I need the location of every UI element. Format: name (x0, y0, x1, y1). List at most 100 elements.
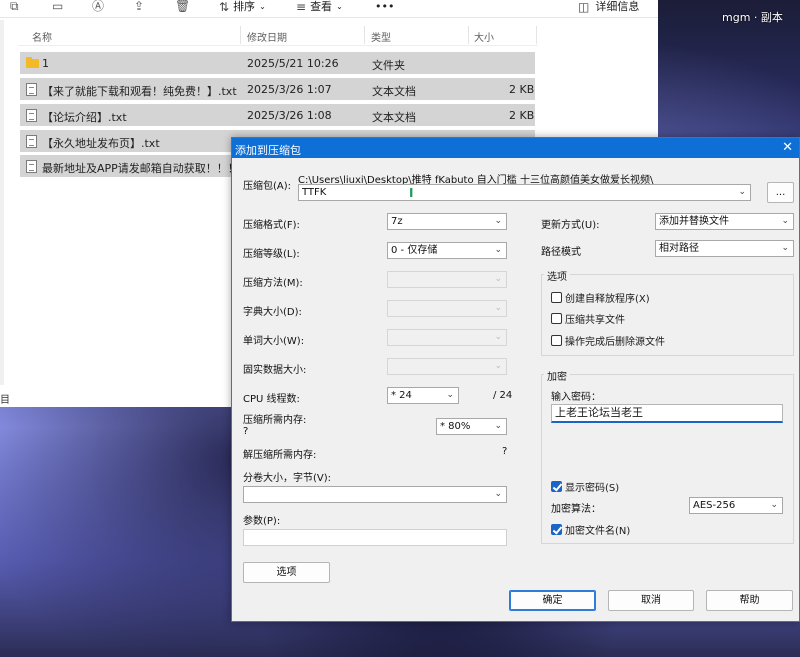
column-divider[interactable] (468, 26, 469, 44)
params-label: 参数(P): (243, 516, 281, 527)
file-name: 【论坛介绍】.txt (42, 111, 127, 124)
password-input[interactable]: 上老王论坛当老王 (551, 404, 783, 423)
file-name: 【永久地址发布页】.txt (42, 137, 160, 150)
memory-select[interactable]: * 80% ⌄ (436, 418, 507, 435)
help-button[interactable]: 帮助 (706, 590, 793, 611)
column-header-name[interactable]: 名称 (32, 29, 52, 44)
archive-name-combo[interactable]: TTFK ⌄ (298, 184, 751, 201)
options-button[interactable]: 选项 (243, 562, 330, 583)
view-label: 查看 (310, 0, 333, 13)
file-type: 文本文档 (372, 111, 416, 124)
status-bar-text: 目 (0, 395, 10, 406)
chevron-down-icon: ⌄ (259, 2, 266, 11)
sfx-checkbox[interactable]: 创建自释放程序(X) (551, 290, 650, 305)
file-name: 【来了就能下载和观看！纯免费！】.txt (42, 85, 237, 98)
file-date: 2025/3/26 1:08 (247, 109, 332, 122)
column-divider[interactable] (240, 26, 241, 44)
copy-icon[interactable]: ⧉ (10, 0, 24, 14)
update-mode-select[interactable]: 添加并替换文件 ⌄ (655, 213, 794, 230)
split-size-combo[interactable]: ⌄ (243, 486, 507, 503)
format-select[interactable]: 7z ⌄ (387, 213, 507, 230)
shared-files-label: 压缩共享文件 (565, 315, 625, 326)
dialog-title: 添加到压缩包 (235, 144, 301, 157)
column-divider[interactable] (536, 26, 537, 44)
column-headers: 名称 修改日期 类型 大小 (18, 24, 538, 46)
close-icon[interactable]: ✕ (782, 140, 793, 155)
text-file-icon (26, 109, 37, 122)
update-mode-value: 添加并替换文件 (659, 216, 729, 227)
browse-button[interactable]: ... (767, 182, 794, 203)
text-cursor-icon: I (409, 186, 414, 200)
decompress-memory-value: ? (502, 446, 508, 457)
file-row[interactable]: 1 2025/5/21 10:26 文件夹 (20, 52, 535, 74)
chevron-down-icon: ⌄ (494, 274, 502, 284)
delete-after-checkbox[interactable]: 操作完成后删除源文件 (551, 333, 665, 348)
chevron-down-icon: ⌄ (494, 361, 502, 371)
details-button[interactable]: ◫ 详细信息 (578, 0, 639, 14)
checkbox-checked[interactable] (551, 524, 562, 535)
column-header-size[interactable]: 大小 (474, 29, 494, 44)
cpu-threads-label: CPU 线程数: (243, 394, 300, 405)
view-button[interactable]: ≡ 查看 ⌄ (296, 0, 343, 14)
ok-button[interactable]: 确定 (509, 590, 596, 611)
show-password-checkbox[interactable]: 显示密码(S) (551, 479, 619, 494)
split-size-label: 分卷大小，字节(V): (243, 473, 332, 484)
checkbox-box[interactable] (551, 313, 562, 324)
overlay-text: mgm · 副本 (722, 11, 783, 24)
add-to-archive-dialog: 添加到压缩包 ✕ 压缩包(A): C:\Users\liuxi\Desktop\… (231, 137, 800, 622)
checkbox-checked[interactable] (551, 481, 562, 492)
share-icon[interactable]: ⇪ (134, 0, 148, 14)
chevron-down-icon[interactable]: ⌄ (738, 185, 746, 200)
path-mode-select[interactable]: 相对路径 ⌄ (655, 240, 794, 257)
file-date: 2025/5/21 10:26 (247, 57, 339, 70)
path-mode-value: 相对路径 (659, 243, 699, 254)
chevron-down-icon[interactable]: ⌄ (494, 487, 502, 502)
delete-icon[interactable]: 🗑 (175, 0, 190, 14)
checkbox-box[interactable] (551, 335, 562, 346)
view-icon: ≡ (296, 0, 307, 14)
rename-icon[interactable]: Ⓐ (92, 0, 106, 14)
chevron-down-icon: ⌄ (494, 245, 502, 255)
params-input[interactable] (243, 529, 507, 546)
shared-files-checkbox[interactable]: 压缩共享文件 (551, 311, 625, 326)
chevron-down-icon: ⌄ (494, 216, 502, 226)
word-size-select: ⌄ (387, 329, 507, 346)
encrypt-names-checkbox[interactable]: 加密文件名(N) (551, 522, 630, 537)
encryption-group-title: 加密 (544, 368, 570, 383)
file-size: 2 KB (509, 109, 535, 122)
text-file-icon (26, 83, 37, 96)
dict-size-label: 字典大小(D): (243, 307, 302, 318)
checkbox-box[interactable] (551, 292, 562, 303)
chevron-down-icon: ⌄ (494, 332, 502, 342)
file-row[interactable]: 【来了就能下载和观看！纯免费！】.txt 2025/3/26 1:07 文本文档… (20, 78, 535, 100)
sort-icon: ⇅ (219, 0, 230, 14)
update-mode-label: 更新方式(U): (541, 220, 600, 231)
more-button[interactable]: ••• (375, 0, 394, 14)
column-header-date[interactable]: 修改日期 (247, 29, 287, 44)
dialog-title-bar[interactable]: 添加到压缩包 ✕ (232, 138, 799, 158)
paste-icon[interactable]: ▭ (52, 0, 66, 14)
file-row[interactable]: 最新地址及APP请发邮箱自动获取！！！... (20, 155, 249, 177)
encrypt-names-label: 加密文件名(N) (565, 526, 631, 537)
column-divider[interactable] (364, 26, 365, 44)
sort-button[interactable]: ⇅ 排序 ⌄ (219, 0, 266, 14)
explorer-toolbar: ⧉ ▭ Ⓐ ⇪ 🗑 ⇅ 排序 ⌄ ≡ 查看 ⌄ ••• ◫ 详细信息 (0, 0, 658, 18)
file-name: 最新地址及APP请发邮箱自动获取！！！... (42, 162, 250, 175)
encryption-method-select[interactable]: AES-256 ⌄ (689, 497, 783, 514)
level-select[interactable]: 0 - 仅存储 ⌄ (387, 242, 507, 259)
method-select: ⌄ (387, 271, 507, 288)
cpu-threads-select[interactable]: * 24 ⌄ (387, 387, 459, 404)
cpu-threads-value: * 24 (391, 390, 412, 401)
chevron-down-icon: ⌄ (494, 421, 502, 431)
file-size: 2 KB (509, 83, 535, 96)
file-date: 2025/3/26 1:07 (247, 83, 332, 96)
solid-size-select: ⌄ (387, 358, 507, 375)
archive-label: 压缩包(A): (243, 181, 292, 192)
file-row[interactable]: 【论坛介绍】.txt 2025/3/26 1:08 文本文档 2 KB (20, 104, 535, 126)
chevron-down-icon: ⌄ (770, 500, 778, 510)
sort-label: 排序 (233, 0, 256, 13)
column-header-type[interactable]: 类型 (371, 29, 391, 44)
cancel-button[interactable]: 取消 (608, 590, 694, 611)
nav-pane-scrollbar[interactable] (0, 20, 4, 385)
sfx-label: 创建自释放程序(X) (565, 294, 650, 305)
